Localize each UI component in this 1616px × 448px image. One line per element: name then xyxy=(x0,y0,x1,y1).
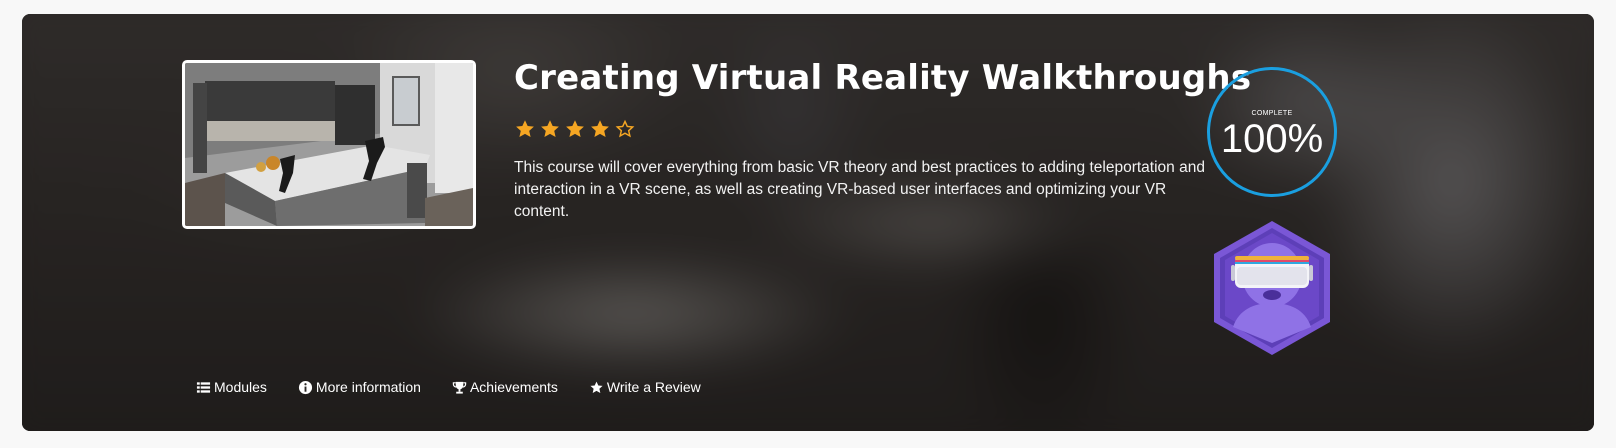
course-rating[interactable] xyxy=(514,118,636,140)
list-icon xyxy=(196,380,211,395)
achievements-label: Achievements xyxy=(469,379,558,395)
course-thumbnail[interactable] xyxy=(182,60,476,229)
modules-link[interactable]: Modules xyxy=(196,379,267,395)
star-filled-icon[interactable] xyxy=(589,118,611,140)
write-review-label: Write a Review xyxy=(606,379,701,395)
vr-headset-badge-icon[interactable] xyxy=(1211,219,1333,357)
course-title: Creating Virtual Reality Walkthroughs xyxy=(514,58,1252,98)
achievements-link[interactable]: Achievements xyxy=(452,379,558,395)
star-empty-icon[interactable] xyxy=(614,118,636,140)
completion-progress-ring: COMPLETE 100% xyxy=(1207,67,1337,197)
trophy-icon xyxy=(452,380,467,395)
course-banner: Creating Virtual Reality Walkthroughs Th… xyxy=(22,14,1594,431)
modules-label: Modules xyxy=(214,379,267,395)
more-information-label: More information xyxy=(315,379,421,395)
completion-label: COMPLETE xyxy=(1251,110,1293,117)
info-circle-icon xyxy=(298,380,313,395)
completion-value: 100% xyxy=(1220,117,1324,161)
star-filled-icon[interactable] xyxy=(514,118,536,140)
star-icon xyxy=(589,380,604,395)
more-information-link[interactable]: More information xyxy=(298,379,421,395)
vr-kitchen-image xyxy=(185,63,473,226)
course-description: This course will cover everything from b… xyxy=(514,159,1205,220)
course-nav: Modules More information Achievements Wr… xyxy=(196,379,732,395)
star-filled-icon[interactable] xyxy=(564,118,586,140)
write-review-link[interactable]: Write a Review xyxy=(589,379,701,395)
star-filled-icon[interactable] xyxy=(539,118,561,140)
